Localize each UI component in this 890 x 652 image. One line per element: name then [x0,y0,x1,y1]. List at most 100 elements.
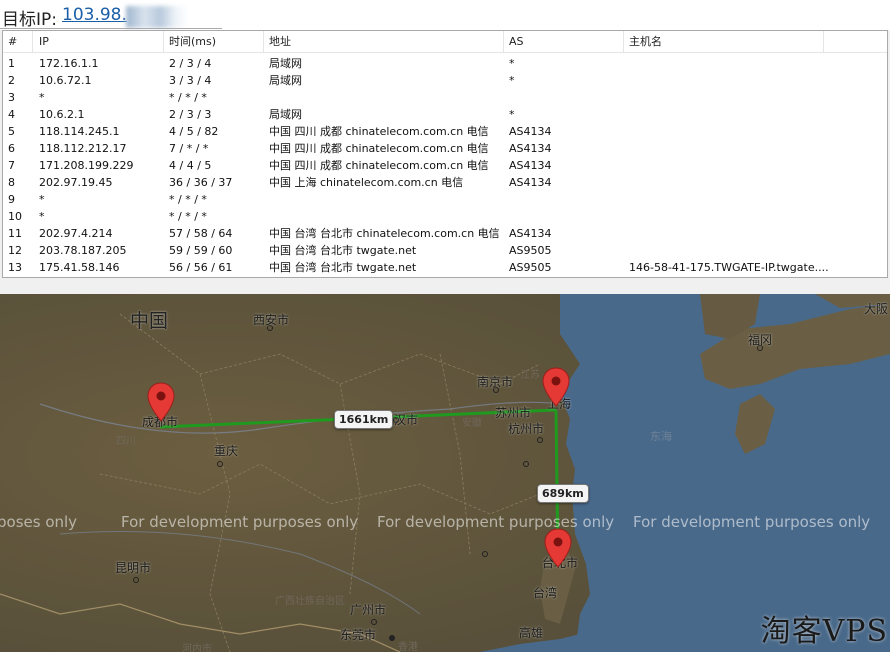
cell-hostname [629,140,829,157]
cell-time: 3 / 3 / 4 [169,74,212,87]
map-label-taiwan: 台湾 [533,586,558,600]
table-row[interactable]: 2 10.6.72.1 3 / 3 / 4 局域网 * [3,72,887,89]
cell-hop: 6 [8,142,15,155]
cell-hop: 8 [8,176,15,189]
target-ip-header: 目标IP: 103.98. [0,0,890,30]
cell-ip: 118.112.212.17 [39,142,127,155]
cell-hostname [629,208,829,225]
cell-as: * [509,74,515,87]
map-watermark-1: poses only [0,513,78,531]
map-pin-chengdu-icon[interactable] [146,382,176,422]
map-label-gaoxiong: 高雄 [519,626,544,640]
traceroute-table: # IP 时间(ms) 地址 AS 主机名 1 172.16.1.1 2 / 3 /… [2,30,888,278]
table-row[interactable]: 5 118.114.245.1 4 / 5 / 82 中国 四川 成都 chinate… [3,123,887,140]
cell-as: AS4134 [509,125,552,138]
cell-ip: * [39,210,45,223]
cell-time: 4 / 5 / 82 [169,125,219,138]
map-label-hanoi: 河内市 [182,644,212,652]
map-pin-shanghai-icon[interactable] [541,367,571,407]
cell-hostname [629,174,829,191]
cell-address: 中国 四川 成都 chinatelecom.com.cn 电信 [269,125,489,138]
cell-as [509,191,624,208]
map-label-fukuoka: 福冈 [748,333,773,347]
cell-hostname [629,55,829,72]
col-header-as[interactable]: AS [504,31,624,53]
cell-hop: 12 [8,244,22,257]
cell-hop: 9 [8,193,15,206]
cell-ip: 203.78.187.205 [39,244,127,257]
map-label-china: 中国 [130,310,169,332]
table-row[interactable]: 10 * * / * / * [3,208,887,225]
cell-address [269,89,504,106]
table-row[interactable]: 7 171.208.199.229 4 / 4 / 5 中国 四川 成都 chinat… [3,157,887,174]
route-map[interactable]: 中国 西安市 成都市 重庆 四川 南京市 苏州市 上海 杭州市 江苏 安徽 武汉… [0,294,890,652]
cell-address: 局域网 [269,57,302,70]
table-row[interactable]: 12 203.78.187.205 59 / 59 / 60 中国 台湾 台北市 tw… [3,242,887,259]
map-pin-taibei-icon[interactable] [543,528,573,568]
table-row[interactable]: 11 202.97.4.214 57 / 58 / 64 中国 台湾 台北市 chin… [3,225,887,242]
cell-hostname: 146-58-41-175.TWGATE-IP.twgate.... [629,261,829,274]
map-label-nanjing: 南京市 [477,375,514,389]
table-row[interactable]: 13 175.41.58.146 56 / 56 / 61 中国 台湾 台北市 twg… [3,259,887,276]
cell-address: 中国 台湾 台北市 twgate.net [269,244,417,257]
cell-hop: 2 [8,74,15,87]
cell-hostname [629,225,829,242]
cell-as: AS4134 [509,159,552,172]
cell-as: AS9505 [509,244,552,257]
cell-as: AS4134 [509,176,552,189]
map-watermark-3: For development purposes only [377,513,615,531]
cell-address: 中国 上海 chinatelecom.com.cn 电信 [269,176,464,189]
cell-ip: 202.97.19.45 [39,176,113,189]
col-header-hostname[interactable]: 主机名 [624,31,824,53]
table-row[interactable]: 3 * * / * / * [3,89,887,106]
map-watermark-2: For development purposes only [121,513,359,531]
table-row[interactable]: 8 202.97.19.45 36 / 36 / 37 中国 上海 chinatele… [3,174,887,191]
cell-address: 中国 台湾 台北市 chinatelecom.com.cn 电信 [269,227,500,240]
cell-hop: 7 [8,159,15,172]
map-label-suzhou: 苏州市 [495,406,532,420]
cell-ip: 172.16.1.1 [39,57,99,70]
cell-hop: 1 [8,57,15,70]
cell-time: 2 / 3 / 3 [169,108,212,121]
table-row[interactable]: 6 118.112.212.17 7 / * / * 中国 四川 成都 chinate… [3,140,887,157]
target-ip-link[interactable]: 103.98. [62,5,127,25]
cell-as [509,89,624,106]
map-label-osaka: 大阪 [864,302,889,316]
cell-address [269,191,504,208]
cell-address: 中国 四川 成都 chinatelecom.com.cn 电信 [269,159,489,172]
header-divider [0,28,222,29]
col-header-time[interactable]: 时间(ms) [164,31,264,53]
cell-ip: * [39,91,45,104]
table-row[interactable]: 9 * * / * / * [3,191,887,208]
col-header-ip[interactable]: IP [34,31,164,53]
cell-as: * [509,57,515,70]
table-row[interactable]: 4 10.6.2.1 2 / 3 / 3 局域网 * [3,106,887,123]
cell-as [509,208,624,225]
table-row[interactable]: 1 172.16.1.1 2 / 3 / 4 局域网 * [3,55,887,72]
cell-hostname [629,106,829,123]
cell-address: 中国 四川 成都 chinatelecom.com.cn 电信 [269,142,489,155]
app-root: 目标IP: 103.98. # IP 时间(ms) 地址 AS 主机名 1 172… [0,0,890,652]
cell-time: 7 / * / * [169,142,209,155]
cell-as: AS4134 [509,227,552,240]
map-label-hongkong: 香港 [398,642,418,652]
cell-ip: * [39,193,45,206]
cell-ip: 118.114.245.1 [39,125,120,138]
cell-ip: 10.6.2.1 [39,108,85,121]
map-label-sichuan: 四川 [116,436,136,447]
cell-time: 57 / 58 / 64 [169,227,233,240]
cell-time: 56 / 56 / 61 [169,261,233,274]
cell-ip: 10.6.72.1 [39,74,92,87]
cell-hop: 3 [8,91,15,104]
col-header-address[interactable]: 地址 [264,31,504,53]
cell-address: 中国 台湾 台北市 twgate.net [269,261,417,274]
distance-label-leg2: 689km [537,484,589,503]
col-header-hop[interactable]: # [3,31,33,53]
cell-address: 局域网 [269,108,302,121]
cell-hop: 11 [8,227,22,240]
map-label-anhui: 安徽 [462,418,482,429]
cell-time: 59 / 59 / 60 [169,244,233,257]
brand-watermark: 淘客VPS [760,614,888,649]
cell-hostname [629,72,829,89]
map-label-xian: 西安市 [253,313,290,327]
